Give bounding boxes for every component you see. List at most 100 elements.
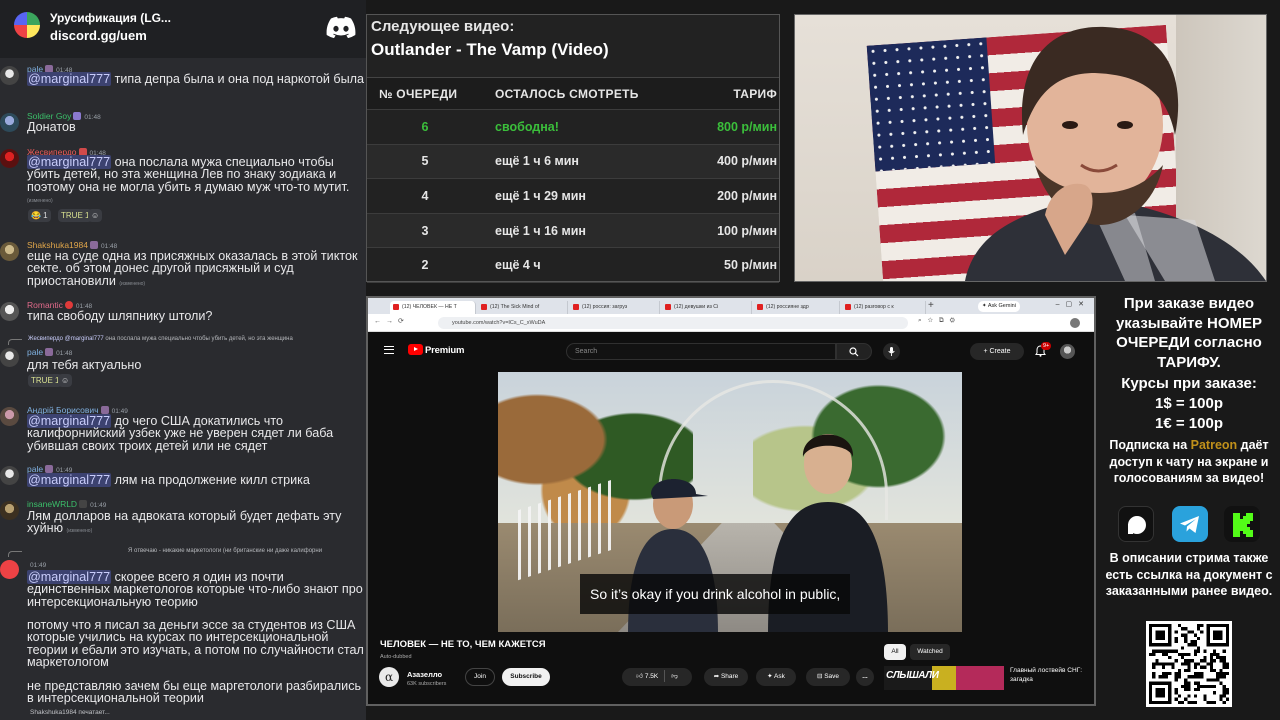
add-reaction-icon[interactable]: ☺ bbox=[58, 374, 73, 387]
join-button[interactable]: Join bbox=[465, 668, 495, 686]
qr-code-icon bbox=[1146, 621, 1232, 707]
search-input[interactable]: Search bbox=[566, 343, 836, 360]
message-text: @marginal777 типа депра была и она под н… bbox=[27, 72, 366, 86]
queue-number: 4 bbox=[421, 188, 429, 203]
voice-search-button[interactable] bbox=[883, 343, 900, 360]
avatar[interactable] bbox=[0, 113, 19, 132]
tab[interactable]: (12) россияне здр bbox=[754, 301, 840, 314]
tab[interactable]: (12) девушки из Сі bbox=[662, 301, 752, 314]
rate-usd: 1$ = 100р bbox=[1155, 395, 1223, 412]
ask-button[interactable]: ✦ Ask bbox=[756, 668, 796, 686]
reply-text: она послала мужа специально чтобы убить … bbox=[103, 336, 293, 342]
mention[interactable]: @marginal777 bbox=[27, 473, 112, 487]
account-avatar[interactable] bbox=[1060, 344, 1075, 359]
extension-icons[interactable]: ⌕☆⧉⚙ bbox=[918, 317, 961, 325]
like-count[interactable]: 7.5K bbox=[645, 673, 658, 680]
nav-buttons[interactable]: ←→⟳ bbox=[374, 317, 409, 325]
avatar[interactable] bbox=[0, 560, 19, 579]
microphone-icon bbox=[888, 347, 895, 356]
mention[interactable]: @marginal777 bbox=[27, 72, 112, 86]
message-meta: insaneWRLD 01:49 bbox=[27, 499, 106, 509]
recommended-video-thumbnail[interactable]: СЛЫШАЛИ bbox=[884, 666, 1004, 690]
kick-icon bbox=[1224, 506, 1260, 542]
avatar[interactable] bbox=[0, 501, 19, 520]
window-controls[interactable]: –▢✕ bbox=[1056, 300, 1090, 308]
server-name[interactable]: Урусификация (LG... bbox=[50, 11, 171, 25]
remaining-time: ещё 1 ч 6 мин bbox=[495, 154, 579, 169]
avatar[interactable] bbox=[0, 302, 19, 321]
video-player[interactable]: So it’s okay if you drink alcohol in pub… bbox=[498, 372, 962, 632]
browser-window: (12) ЧЕЛОВЕК — НЕ Т (12) The Sick Mind o… bbox=[366, 296, 1096, 706]
save-button[interactable]: ⊟ Save bbox=[806, 668, 850, 686]
message-content: лям на продолжение килл стрика bbox=[111, 473, 310, 487]
edited-label: (изменено) bbox=[27, 198, 53, 204]
username[interactable]: insaneWRLD bbox=[27, 499, 77, 509]
tab[interactable]: (12) россия: загруз bbox=[570, 301, 660, 314]
table-row: 2 ещё 4 ч 50 р/мин bbox=[367, 248, 779, 283]
message-text: для тебя актуально bbox=[27, 359, 366, 372]
tab-active[interactable]: (12) ЧЕЛОВЕК — НЕ Т bbox=[390, 301, 476, 314]
column-header-queue: № ОЧЕРЕДИ bbox=[379, 86, 458, 101]
server-icon[interactable] bbox=[14, 12, 40, 38]
reply-connector bbox=[8, 339, 22, 345]
username[interactable]: pale bbox=[27, 347, 43, 357]
chat-header: Урусификация (LG... discord.gg/uem bbox=[0, 0, 366, 58]
address-bar: ←→⟳ youtube.com/watch?v=ICs_C_xWuDA ⌕☆⧉⚙ bbox=[368, 314, 1094, 332]
message-text: @marginal777 она послала мужа специально… bbox=[27, 155, 366, 193]
role-badge-icon bbox=[79, 500, 88, 508]
dislike-icon[interactable]: 👎︎ bbox=[671, 673, 678, 680]
avatar[interactable] bbox=[0, 242, 19, 261]
create-button[interactable]: + Create bbox=[970, 343, 1024, 360]
queue-number: 5 bbox=[421, 154, 429, 169]
auto-dubbed-label[interactable]: Auto-dubbed bbox=[380, 654, 412, 660]
avatar[interactable] bbox=[0, 66, 19, 85]
queue-number: 3 bbox=[421, 223, 429, 238]
filter-chip-watched[interactable]: Watched bbox=[910, 644, 950, 660]
avatar[interactable] bbox=[0, 149, 19, 168]
message-text: @marginal777 лям на продолжение килл стр… bbox=[27, 473, 366, 487]
reply-preview[interactable]: Я отвечаю - никакие маркетологи (ни брит… bbox=[128, 548, 322, 554]
reply-preview[interactable]: Жесвипердо @marginal777 она послала мужа… bbox=[28, 336, 293, 342]
reply-mention: @marginal777 bbox=[64, 336, 104, 342]
edited-label: (изменено) bbox=[119, 280, 146, 287]
youtube-brand[interactable]: Premium bbox=[425, 345, 464, 356]
url-field[interactable]: youtube.com/watch?v=ICs_C_xWuDA bbox=[438, 317, 908, 329]
avatar[interactable] bbox=[0, 466, 19, 485]
search-button[interactable] bbox=[836, 343, 872, 360]
video-title: ЧЕЛОВЕК — НЕ ТО, ЧЕМ КАЖЕТСЯ bbox=[380, 639, 546, 650]
profile-avatar[interactable] bbox=[1070, 318, 1080, 328]
video-subtitle: So it’s okay if you drink alcohol in pub… bbox=[580, 574, 851, 614]
ask-gemini-button[interactable]: ✦ Ask Gemini bbox=[978, 301, 1020, 312]
like-icon[interactable]: 👍︎ bbox=[636, 673, 643, 680]
message-content: Донатов bbox=[27, 120, 76, 134]
share-button[interactable]: ➦ Share bbox=[704, 668, 748, 686]
discord-icon bbox=[326, 16, 356, 38]
search-icon bbox=[849, 347, 859, 357]
filter-chip-all[interactable]: All bbox=[884, 644, 906, 660]
avatar[interactable] bbox=[0, 348, 19, 367]
column-header-rate: ТАРИФ bbox=[733, 86, 777, 101]
message-content: типа свободу шляпнику штоли? bbox=[27, 309, 213, 323]
reaction-laugh[interactable]: 😂 1 bbox=[28, 209, 51, 222]
column-header-remaining: ОСТАЛОСЬ СМОТРЕТЬ bbox=[495, 86, 639, 101]
channel-name[interactable]: Азазелло bbox=[407, 670, 442, 679]
patreon-word: Patreon bbox=[1190, 438, 1238, 452]
avatar[interactable] bbox=[0, 407, 19, 426]
message-text: @marginal777 до чего США докатились что … bbox=[27, 414, 366, 452]
remaining-time: ещё 1 ч 16 мин bbox=[495, 223, 586, 238]
add-reaction-icon[interactable]: ☺ bbox=[88, 209, 103, 222]
youtube-logo-icon[interactable] bbox=[408, 344, 423, 355]
remaining-time: ещё 1 ч 29 мин bbox=[495, 188, 586, 203]
new-tab-button[interactable]: + bbox=[928, 300, 934, 311]
server-invite-link[interactable]: discord.gg/uem bbox=[50, 28, 147, 43]
channel-avatar[interactable]: α bbox=[379, 667, 399, 687]
thumbnail-text: СЛЫШАЛИ bbox=[886, 670, 939, 681]
recommended-video-title[interactable]: Главный лоствейв СНГ: загадка bbox=[1010, 667, 1090, 684]
tab[interactable]: (12) разговор с к bbox=[842, 301, 926, 314]
next-video-label: Следующее видео: bbox=[371, 18, 515, 35]
menu-icon[interactable] bbox=[384, 346, 394, 354]
reply-text: Я отвечаю - никакие маркетологи (ни брит… bbox=[128, 548, 323, 554]
more-actions-button[interactable]: ... bbox=[856, 668, 874, 686]
subscribe-button[interactable]: Subscribe bbox=[502, 668, 550, 686]
tab[interactable]: (12) The Sick Mind of bbox=[478, 301, 568, 314]
